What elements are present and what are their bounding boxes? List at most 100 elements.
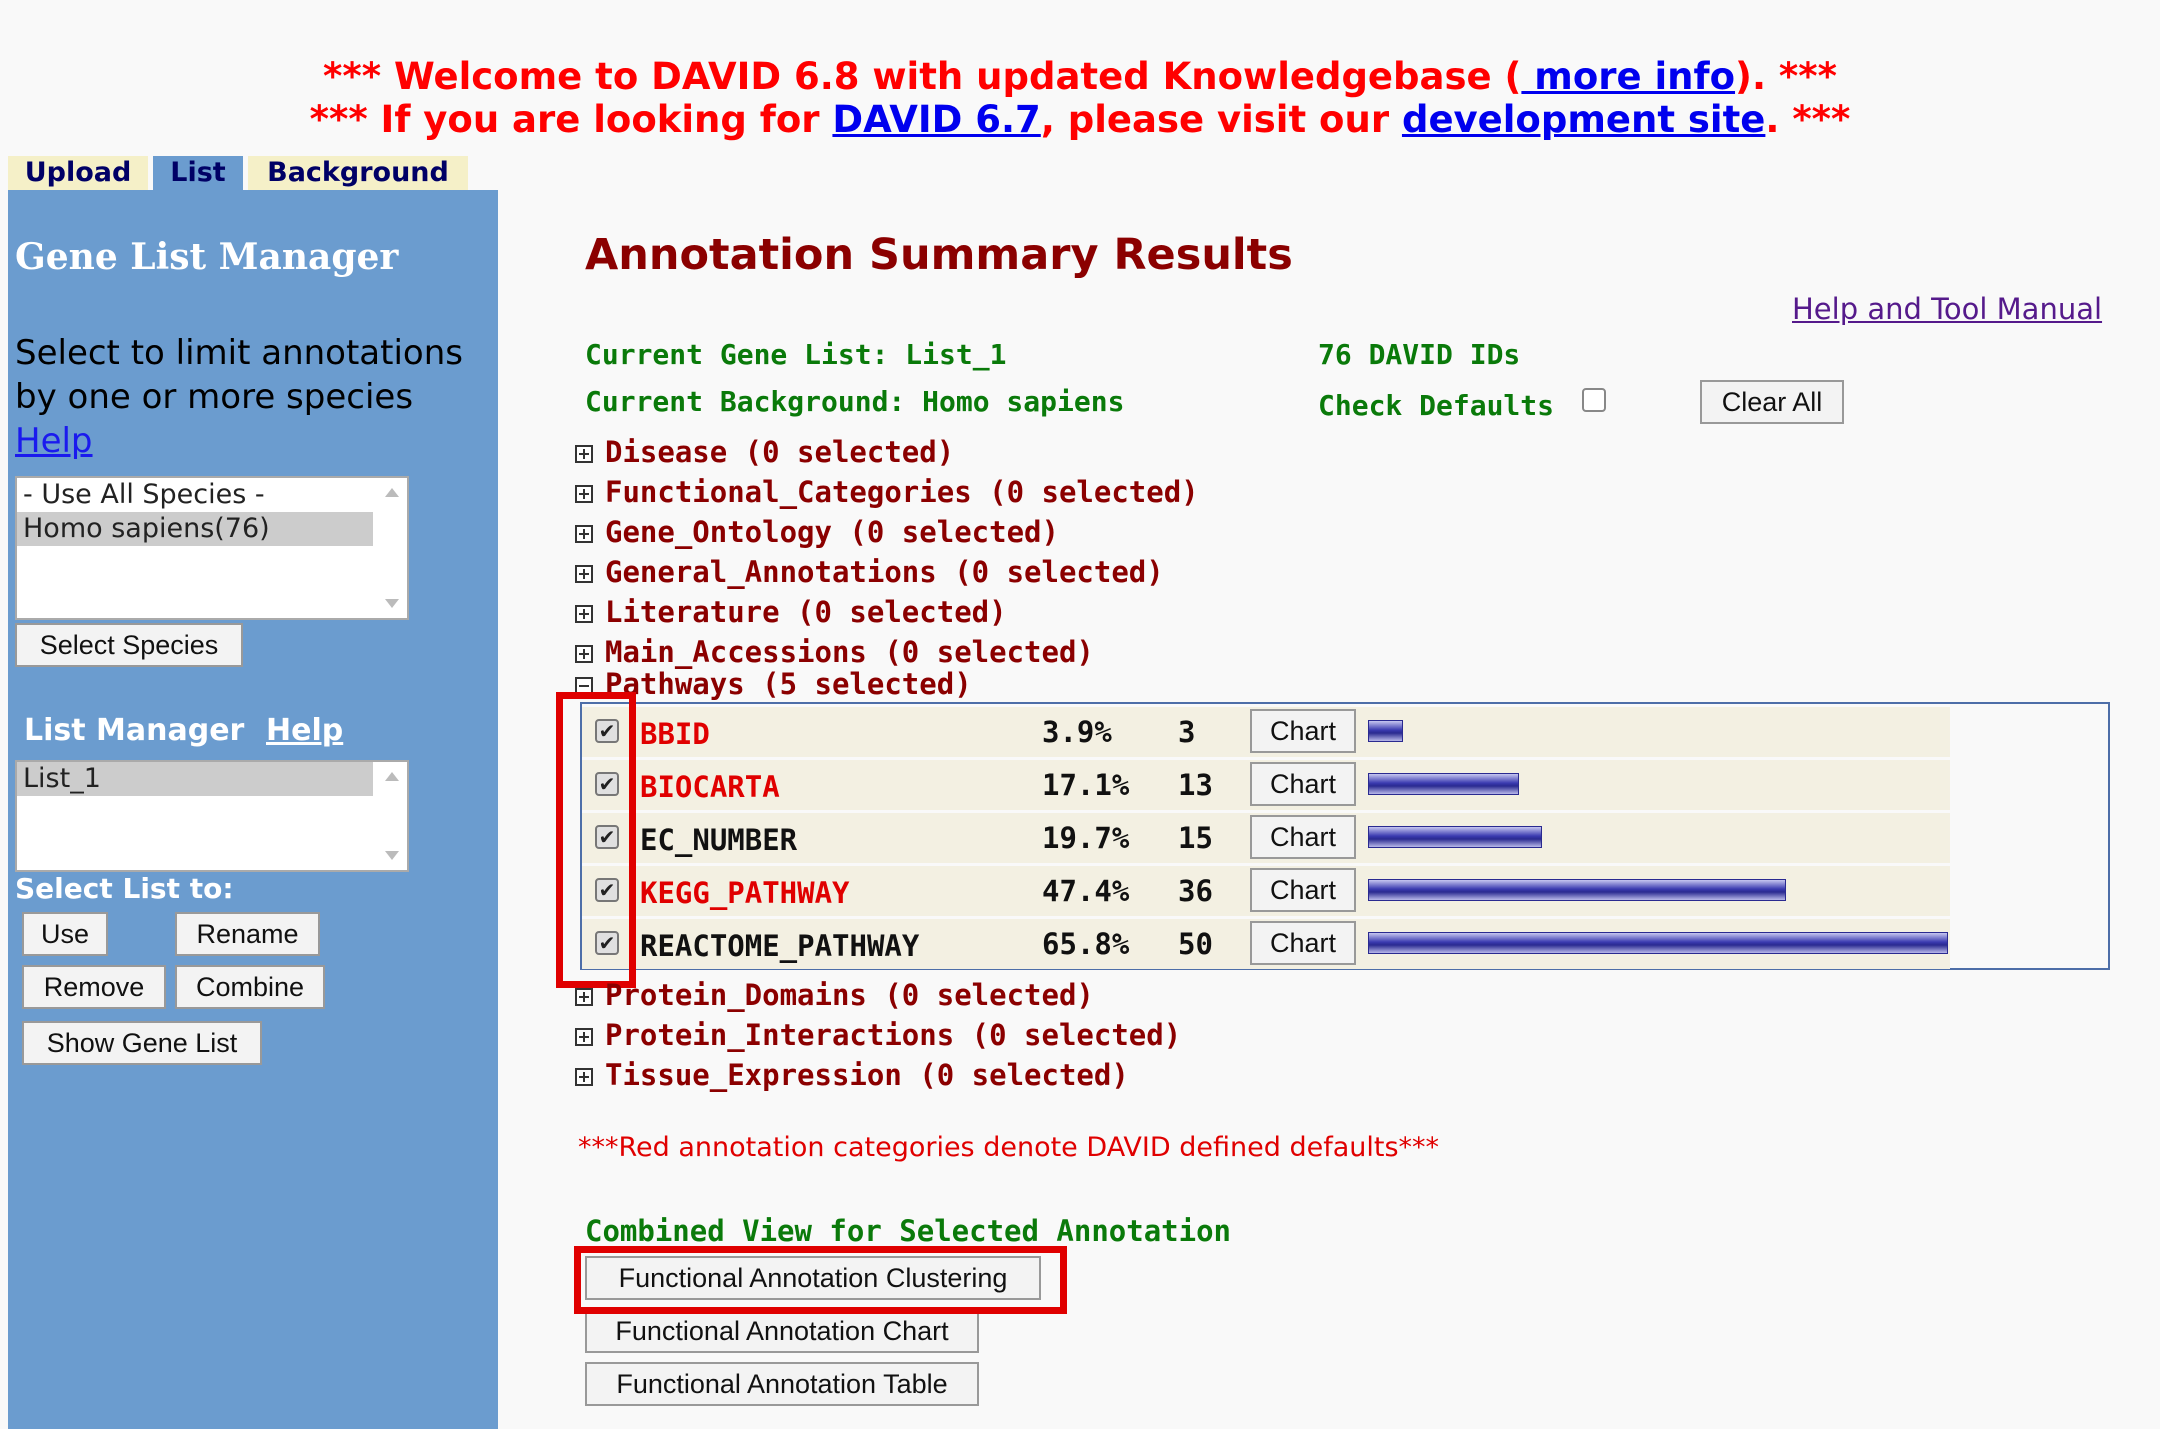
pathway-bar [1368, 720, 1403, 742]
category-label: Protein_Domains (0 selected) [605, 978, 1094, 1012]
category-label: Protein_Interactions (0 selected) [605, 1018, 1182, 1052]
chart-button[interactable]: Chart [1250, 709, 1356, 753]
species-option[interactable]: Homo sapiens(76) [17, 512, 373, 546]
expand-icon[interactable] [575, 485, 593, 503]
pathway-bar [1368, 879, 1786, 901]
category-gene-ontology[interactable]: Gene_Ontology (0 selected) [575, 514, 1059, 550]
david-id-count: 76 DAVID IDs [1318, 338, 1521, 371]
tab-upload[interactable]: Upload [8, 156, 148, 190]
scroll-up-icon[interactable] [385, 772, 399, 781]
category-label: Literature (0 selected) [605, 595, 1007, 629]
pathway-count: 36 [1178, 874, 1213, 908]
defaults-note: ***Red annotation categories denote DAVI… [578, 1132, 1440, 1163]
pathway-name[interactable]: BBID [640, 717, 710, 751]
welcome-banner: *** Welcome to DAVID 6.8 with updated Kn… [0, 55, 2160, 98]
category-label: General_Annotations (0 selected) [605, 555, 1164, 589]
current-gene-list: Current Gene List: List_1 [585, 338, 1007, 371]
checkbox-highlight [556, 692, 636, 988]
pathway-name[interactable]: REACTOME_PATHWAY [640, 929, 919, 963]
scroll-down-icon[interactable] [385, 851, 399, 860]
chart-button[interactable]: Chart [1250, 815, 1356, 859]
category-general-annotations[interactable]: General_Annotations (0 selected) [575, 554, 1164, 590]
functional-annotation-chart-button[interactable]: Functional Annotation Chart [585, 1309, 979, 1353]
category-label: Pathways (5 selected) [605, 667, 972, 701]
pathway-percent: 47.4% [1042, 874, 1130, 908]
tab-background[interactable]: Background [248, 156, 468, 190]
category-main-accessions[interactable]: Main_Accessions (0 selected) [575, 634, 1094, 670]
help-manual-link[interactable]: Help and Tool Manual [1792, 292, 2102, 326]
expand-icon[interactable] [575, 1068, 593, 1086]
use-button[interactable]: Use [22, 912, 108, 956]
category-disease[interactable]: Disease (0 selected) [575, 434, 954, 470]
pathway-count: 3 [1178, 715, 1196, 749]
clear-all-button[interactable]: Clear All [1700, 380, 1844, 424]
tab-list[interactable]: List [153, 156, 243, 190]
pathway-name[interactable]: EC_NUMBER [640, 823, 797, 857]
pathway-bar [1368, 932, 1948, 954]
clustering-highlight [574, 1246, 1067, 1314]
development-site-link[interactable]: development site [1402, 98, 1765, 141]
functional-annotation-table-button[interactable]: Functional Annotation Table [585, 1362, 979, 1406]
gene-list-option[interactable]: List_1 [17, 762, 373, 796]
expand-icon[interactable] [575, 565, 593, 583]
chart-button[interactable]: Chart [1250, 868, 1356, 912]
page-title: Annotation Summary Results [585, 230, 1293, 280]
gene-list-select[interactable]: List_1 [15, 760, 409, 872]
banner-text: *** Welcome to DAVID 6.8 with updated Kn… [323, 55, 1522, 98]
select-species-button[interactable]: Select Species [15, 623, 243, 667]
select-list-label: Select List to: [15, 872, 234, 905]
expand-icon[interactable] [575, 525, 593, 543]
rename-button[interactable]: Rename [175, 912, 320, 956]
expand-icon[interactable] [575, 988, 593, 1006]
species-instruction: by one or more species [15, 377, 414, 417]
scroll-down-icon[interactable] [385, 599, 399, 608]
category-label: Functional_Categories (0 selected) [605, 475, 1199, 509]
category-protein-domains[interactable]: Protein_Domains (0 selected) [575, 977, 1094, 1013]
pathway-percent: 65.8% [1042, 927, 1130, 961]
check-defaults-label: Check Defaults [1318, 389, 1555, 422]
version-banner: *** If you are looking for DAVID 6.7, pl… [0, 98, 2160, 141]
species-option[interactable]: - Use All Species - [17, 478, 373, 512]
species-select[interactable]: - Use All Species - Homo sapiens(76) [15, 476, 409, 620]
expand-icon[interactable] [575, 445, 593, 463]
chart-button[interactable]: Chart [1250, 921, 1356, 965]
banner-text: ). *** [1735, 55, 1837, 98]
category-label: Main_Accessions (0 selected) [605, 635, 1094, 669]
banner-text: . *** [1765, 98, 1851, 141]
species-help-link[interactable]: Help [15, 421, 93, 461]
gene-list-manager-title: Gene List Manager [15, 236, 399, 278]
remove-button[interactable]: Remove [22, 965, 166, 1009]
combine-button[interactable]: Combine [175, 965, 325, 1009]
expand-icon[interactable] [575, 1028, 593, 1046]
check-defaults-checkbox[interactable] [1582, 388, 1606, 412]
list-manager-label: List Manager [24, 713, 245, 748]
pathway-count: 15 [1178, 821, 1213, 855]
scroll-up-icon[interactable] [385, 488, 399, 497]
category-literature[interactable]: Literature (0 selected) [575, 594, 1007, 630]
pathway-percent: 17.1% [1042, 768, 1130, 802]
category-tissue-expression[interactable]: Tissue_Expression (0 selected) [575, 1057, 1129, 1093]
banner-text: *** If you are looking for [309, 98, 833, 141]
more-info-link[interactable]: more info [1521, 55, 1735, 98]
category-protein-interactions[interactable]: Protein_Interactions (0 selected) [575, 1017, 1181, 1053]
pathway-count: 50 [1178, 927, 1213, 961]
combined-view-label: Combined View for Selected Annotation [585, 1214, 1232, 1248]
list-manager-help-link[interactable]: Help [266, 713, 343, 748]
pathway-percent: 19.7% [1042, 821, 1130, 855]
show-gene-list-button[interactable]: Show Gene List [22, 1021, 262, 1065]
pathway-name[interactable]: KEGG_PATHWAY [640, 876, 850, 910]
current-background: Current Background: Homo sapiens [585, 385, 1125, 418]
category-label: Tissue_Expression (0 selected) [605, 1058, 1129, 1092]
david-67-link[interactable]: DAVID 6.7 [832, 98, 1040, 141]
category-label: Gene_Ontology (0 selected) [605, 515, 1059, 549]
pathway-count: 13 [1178, 768, 1213, 802]
pathway-bar [1368, 773, 1519, 795]
pathway-bar [1368, 826, 1542, 848]
species-instruction: Select to limit annotations [15, 333, 463, 373]
pathway-name[interactable]: BIOCARTA [640, 770, 780, 804]
expand-icon[interactable] [575, 645, 593, 663]
expand-icon[interactable] [575, 605, 593, 623]
category-label: Disease (0 selected) [605, 435, 955, 469]
category-functional-categories[interactable]: Functional_Categories (0 selected) [575, 474, 1199, 510]
chart-button[interactable]: Chart [1250, 762, 1356, 806]
